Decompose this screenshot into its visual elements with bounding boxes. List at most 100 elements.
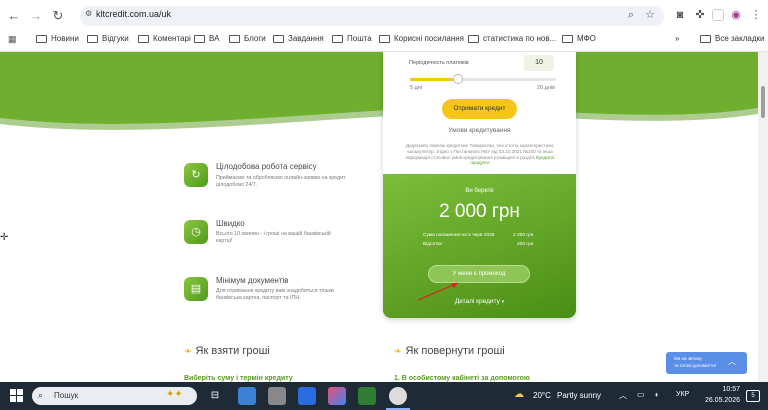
you-take-label: Ви берете: [465, 188, 494, 194]
tray-chevron-icon[interactable]: ︿: [619, 390, 627, 401]
task-view-icon[interactable]: ⊟: [206, 387, 224, 405]
back-icon[interactable]: ←: [4, 6, 24, 26]
folder-icon: [138, 34, 149, 43]
interest-label: Відсотки: [423, 242, 443, 247]
copilot-icon[interactable]: [298, 387, 316, 405]
weather-icon: ☁: [514, 389, 524, 400]
all-bookmarks[interactable]: Все закладки: [700, 34, 764, 43]
bookmark-folder[interactable]: Коментарі: [138, 34, 191, 43]
conditions-link[interactable]: Умови кредитування: [383, 127, 576, 134]
folder-icon: [194, 34, 205, 43]
language-indicator[interactable]: УКР: [676, 391, 689, 398]
slider-max-label: 20 днів: [537, 85, 556, 91]
weather-text: Partly sunny: [557, 391, 602, 400]
feature-title: Швидко: [216, 219, 245, 228]
app-store-icon[interactable]: [238, 387, 256, 405]
zoom-icon[interactable]: ⌕: [623, 7, 639, 23]
chat-widget[interactable]: Ми на зв'язку та готові допомогти! ︿: [666, 352, 747, 374]
extensions-icon[interactable]: ✜: [692, 7, 708, 23]
get-credit-button[interactable]: Отримати кредит: [442, 99, 517, 119]
tab-search-icon[interactable]: [712, 9, 724, 21]
folder-icon: [87, 34, 98, 43]
frequency-label: Періодичність платежів: [409, 60, 469, 66]
bookmark-folder[interactable]: Корисні посилання: [379, 34, 464, 43]
notification-icon[interactable]: 5: [746, 390, 760, 402]
folder-icon: [332, 34, 343, 43]
reload-icon[interactable]: ↻: [48, 6, 68, 26]
feature-desc: Всього 10 хвилин - і гроші на вашій банк…: [216, 231, 331, 244]
leaf-icon: ❧: [394, 345, 402, 356]
timer-icon: ◷: [184, 220, 208, 244]
how-return-heading: ❧ Як повернути гроші: [394, 345, 505, 357]
clock-date[interactable]: 26.05.2026: [694, 397, 740, 404]
bookmark-folder[interactable]: Новини: [36, 34, 79, 43]
network-icon[interactable]: ▭: [637, 390, 645, 399]
bookmark-folder[interactable]: Відгуки: [87, 34, 129, 43]
cursor-icon: ✛: [0, 232, 9, 243]
bookmarks-overflow[interactable]: »: [675, 34, 679, 43]
weather-temp: 20°C: [533, 391, 551, 400]
profile-icon[interactable]: ◉: [728, 7, 744, 23]
folder-icon: [379, 34, 390, 43]
bookmark-folder[interactable]: статистика по нов...: [468, 34, 556, 43]
chevron-down-icon: ▾: [501, 299, 505, 305]
bookmark-folder[interactable]: Пошта: [332, 34, 372, 43]
repay-label: Сума погашення на 5 черв 2026: [423, 233, 495, 238]
chat-line2: та готові допомогти!: [674, 363, 716, 368]
clock-time[interactable]: 10:57: [700, 386, 740, 393]
chrome-icon[interactable]: [389, 387, 407, 405]
green-wave-background: [0, 52, 758, 130]
frequency-value-box[interactable]: 10: [524, 55, 554, 71]
folder-icon: [36, 34, 47, 43]
leaf-icon: ❧: [184, 345, 192, 356]
scrollbar-thumb[interactable]: [761, 86, 765, 118]
bookmark-folder[interactable]: МФО: [562, 34, 596, 43]
feature-desc: Для отримання кредиту вам знадобиться ті…: [216, 288, 334, 301]
chat-expand-icon[interactable]: ︿: [728, 356, 736, 367]
forward-icon[interactable]: →: [26, 6, 46, 26]
volume-icon[interactable]: ◖: [654, 390, 659, 399]
details-link[interactable]: Деталі кредиту ▾: [383, 298, 576, 305]
disclaimer: Додатково перелік кредитних Товариства, …: [405, 143, 555, 166]
site-info-icon[interactable]: ⚙: [85, 9, 92, 18]
document-icon: ▤: [184, 277, 208, 301]
feature-title: Цілодобова робота сервісу: [216, 162, 317, 171]
taskbar-search[interactable]: ⌕ Пошук ✦✦: [32, 387, 197, 405]
camera-icon[interactable]: ◙: [672, 7, 688, 23]
bookmark-folder[interactable]: Завдання: [273, 34, 324, 43]
folder-icon: [229, 34, 240, 43]
green-app-icon[interactable]: [358, 387, 376, 405]
step-return-1: 1. В особистому кабінеті за допомогою: [394, 375, 530, 382]
slider-min-label: 5 дні: [410, 85, 423, 91]
url-text: kltcredit.com.ua/uk: [96, 9, 172, 19]
browser-chrome: ← → ↻ ⚙ kltcredit.com.ua/uk ⌕ ☆ ◙ ✜ ◉ ⋮ …: [0, 0, 768, 52]
frequency-slider-fill: [410, 78, 459, 81]
colorful-app-icon[interactable]: [328, 387, 346, 405]
windows-start-icon[interactable]: [10, 389, 24, 403]
page-content: ↻ Цілодобова робота сервісу Приймаємо та…: [0, 52, 758, 382]
feature-desc: Приймаємо та обробляємо онлайн-заявки на…: [216, 175, 346, 188]
interest-value: 200 грн: [517, 242, 534, 247]
windows-taskbar: ⌕ Пошук ✦✦ ⊟ ☁ 20°C Partly sunny ︿ ▭ ◖ У…: [0, 382, 768, 410]
feature-title: Мінімум документів: [216, 276, 289, 285]
apps-grid-icon[interactable]: ▦: [8, 34, 18, 44]
bookmark-folder[interactable]: Блоги: [229, 34, 266, 43]
loan-amount: 2 000 грн: [439, 201, 520, 222]
menu-icon[interactable]: ⋮: [748, 7, 764, 23]
folder-icon: [700, 34, 711, 43]
bookmark-folder[interactable]: ВА: [194, 34, 219, 43]
calculator-icon[interactable]: [268, 387, 286, 405]
credit-calculator-card: Періодичність платежів 10 5 дні 20 днів …: [383, 52, 576, 318]
frequency-slider-handle[interactable]: [453, 74, 464, 84]
search-icon: ⌕: [38, 390, 44, 400]
bookmark-star-icon[interactable]: ☆: [642, 7, 658, 23]
folder-icon: [562, 34, 573, 43]
bookmarks-bar: ▦ Новини Відгуки Коментарі ВА Блоги Завд…: [0, 30, 768, 50]
clock-24-icon: ↻: [184, 163, 208, 187]
frequency-slider-track[interactable]: [410, 78, 556, 81]
how-get-heading: ❧ Як взяти гроші: [184, 345, 270, 357]
loan-summary-panel: Ви берете 2 000 грн Сума погашення на 5 …: [383, 174, 576, 318]
step-get-1: Виберіть суму і термін кредиту: [184, 375, 293, 382]
sparkle-icon: ✦✦: [166, 389, 183, 400]
folder-icon: [273, 34, 284, 43]
